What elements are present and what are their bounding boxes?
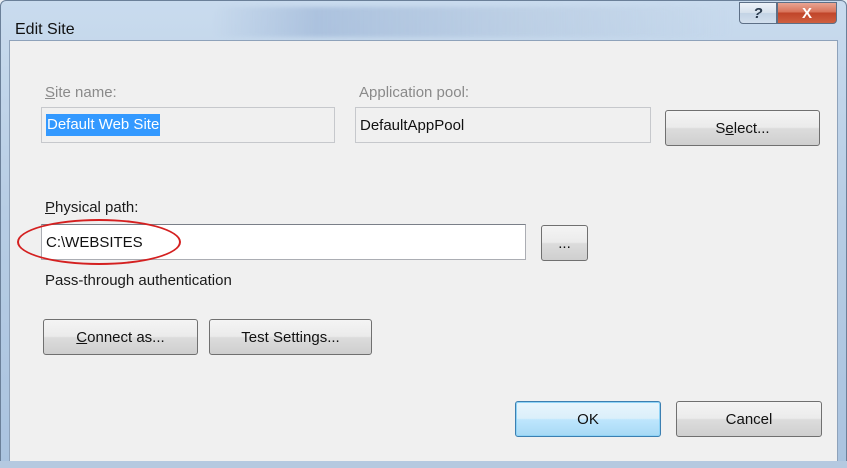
application-pool-field: DefaultAppPool [355, 107, 651, 143]
help-icon: ? [753, 4, 763, 22]
physical-path-value: C:\WEBSITES [46, 233, 143, 251]
application-pool-value: DefaultAppPool [360, 116, 465, 134]
edit-site-dialog: Edit Site ? X Site name: Default Web Sit… [0, 0, 847, 468]
window-title: Edit Site [15, 21, 75, 38]
close-icon: X [801, 4, 812, 22]
ok-button[interactable]: OK [515, 401, 661, 437]
blurred-background-window [213, 7, 733, 37]
connect-as-button[interactable]: Connect as... [43, 319, 198, 355]
pass-through-authentication-text: Pass-through authentication [45, 272, 232, 289]
title-bar[interactable]: Edit Site ? X [1, 1, 846, 41]
site-name-label: Site name: [45, 84, 117, 101]
application-pool-label: Application pool: [359, 84, 470, 101]
select-button[interactable]: Se lect... [665, 110, 820, 146]
physical-path-input[interactable]: C:\WEBSITES [41, 224, 526, 260]
help-button[interactable]: ? [739, 2, 777, 24]
cancel-button[interactable]: Cancel [676, 401, 822, 437]
site-name-field[interactable]: Default Web Site [41, 107, 335, 143]
physical-path-label: Physical path: [45, 199, 139, 216]
test-settings-button[interactable]: Test Settin g s... [209, 319, 372, 355]
site-name-value: Default Web Site [46, 114, 161, 136]
browse-button[interactable]: ... [541, 225, 588, 261]
close-button[interactable]: X [777, 2, 837, 24]
dialog-body: Site name: Default Web Site Application … [9, 40, 838, 462]
background-strip [0, 461, 847, 468]
